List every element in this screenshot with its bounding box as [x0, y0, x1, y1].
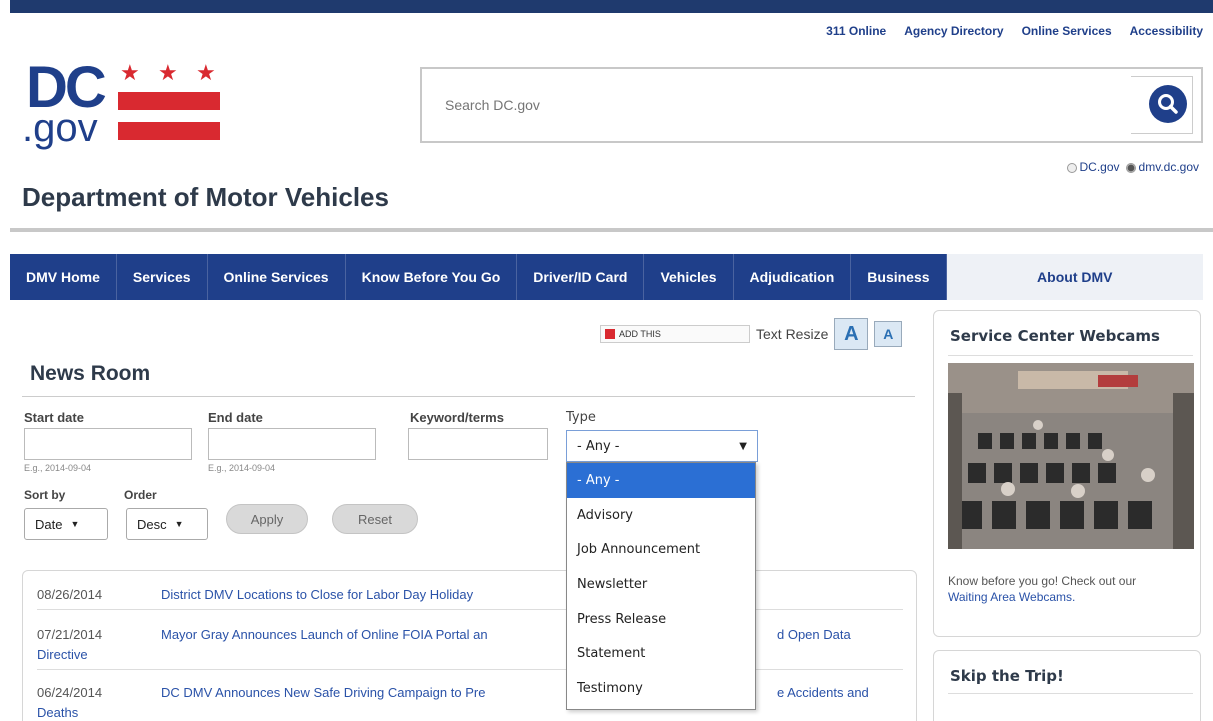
nav-online-services[interactable]: Online Services	[208, 254, 346, 300]
link-311-online[interactable]: 311 Online	[826, 24, 886, 38]
search-bar	[420, 67, 1203, 143]
nav-vehicles[interactable]: Vehicles	[644, 254, 734, 300]
news-link-cont[interactable]: Directive	[37, 647, 88, 662]
logo-gov-text: .gov	[22, 106, 98, 150]
nav-services[interactable]: Services	[117, 254, 208, 300]
news-date: 06/24/2014	[37, 685, 103, 700]
panel-divider	[948, 355, 1193, 356]
link-agency-directory[interactable]: Agency Directory	[904, 24, 1003, 38]
skip-trip-panel: Skip the Trip!	[933, 650, 1201, 721]
webcams-title: Service Center Webcams	[950, 327, 1160, 345]
scope-dcgov[interactable]: DC.gov	[1066, 160, 1120, 174]
department-title: Department of Motor Vehicles	[22, 182, 389, 212]
webcams-link[interactable]: Waiting Area Webcams.	[948, 590, 1075, 604]
nav-know-before-you-go[interactable]: Know Before You Go	[346, 254, 518, 300]
end-date-hint: E.g., 2014-09-04	[208, 463, 276, 473]
search-scope: DC.gov dmv.dc.gov	[1066, 160, 1199, 174]
main-nav: DMV Home Services Online Services Know B…	[10, 254, 1203, 300]
webcams-text: Know before you go! Check out our Waitin…	[948, 574, 1137, 604]
radio-icon	[1125, 162, 1136, 173]
dc-gov-logo[interactable]: DC .gov ★ ★ ★	[22, 55, 222, 150]
radio-icon	[1066, 162, 1077, 173]
type-option-advisory[interactable]: Advisory	[567, 498, 755, 533]
nav-adjudication[interactable]: Adjudication	[734, 254, 852, 300]
header-divider	[10, 228, 1213, 232]
utility-links: 311 Online Agency Directory Online Servi…	[826, 24, 1203, 38]
order-label: Order	[124, 488, 157, 502]
sort-by-select[interactable]: Date ▼	[24, 508, 108, 540]
text-large-button[interactable]: A	[834, 318, 869, 350]
apply-button[interactable]: Apply	[226, 504, 308, 534]
newsroom-title: News Room	[30, 362, 151, 385]
news-link[interactable]: DC DMV Announces New Safe Driving Campai…	[161, 685, 485, 700]
row-divider	[37, 609, 903, 610]
news-date: 07/21/2014	[37, 627, 103, 642]
link-online-services[interactable]: Online Services	[1022, 24, 1112, 38]
addthis-button[interactable]: ADD THIS	[600, 325, 750, 343]
nav-about-dmv[interactable]: About DMV	[946, 254, 1203, 300]
news-link-tail[interactable]: e Accidents and	[777, 685, 869, 700]
nav-business[interactable]: Business	[851, 254, 947, 300]
chevron-down-icon: ▼	[174, 519, 184, 529]
share-toolbar: ADD THIS Text Resize A A	[600, 318, 903, 350]
keyword-label: Keyword/terms	[410, 410, 504, 425]
skip-trip-title: Skip the Trip!	[950, 667, 1064, 685]
star-icon: ★	[158, 60, 178, 85]
row-divider	[37, 669, 903, 670]
start-date-input[interactable]	[24, 428, 192, 460]
start-date-label: Start date	[24, 410, 84, 425]
nav-dmv-home[interactable]: DMV Home	[10, 254, 117, 300]
search-input[interactable]	[431, 76, 1131, 134]
news-link-cont[interactable]: Deaths	[37, 705, 78, 720]
type-select[interactable]: - Any - ▼	[566, 430, 758, 462]
start-date-hint: E.g., 2014-09-04	[24, 463, 92, 473]
news-list: 08/26/2014 District DMV Locations to Clo…	[22, 570, 917, 721]
nav-driver-id-card[interactable]: Driver/ID Card	[517, 254, 645, 300]
addthis-icon	[605, 329, 615, 339]
type-dropdown-menu: - Any - Advisory Job Announcement Newsle…	[566, 462, 756, 710]
type-option-statement[interactable]: Statement	[567, 636, 755, 671]
end-date-label: End date	[208, 410, 263, 425]
type-option-any[interactable]: - Any -	[567, 463, 755, 498]
type-option-testimony[interactable]: Testimony	[567, 671, 755, 706]
star-icon: ★	[120, 60, 140, 85]
top-color-bar	[10, 0, 1213, 13]
search-icon	[1158, 94, 1178, 114]
text-resize-label: Text Resize	[756, 326, 829, 342]
scope-dmv[interactable]: dmv.dc.gov	[1125, 160, 1199, 174]
sort-by-label: Sort by	[24, 488, 66, 502]
type-label: Type	[566, 410, 596, 425]
flag-bar	[118, 92, 220, 110]
news-link[interactable]: Mayor Gray Announces Launch of Online FO…	[161, 627, 488, 642]
reset-button[interactable]: Reset	[332, 504, 418, 534]
type-option-newsletter[interactable]: Newsletter	[567, 567, 755, 602]
news-link[interactable]: District DMV Locations to Close for Labo…	[161, 587, 473, 602]
order-select[interactable]: Desc ▼	[126, 508, 208, 540]
panel-divider	[948, 693, 1193, 694]
chevron-down-icon: ▼	[70, 519, 80, 529]
end-date-input[interactable]	[208, 428, 376, 460]
text-small-button[interactable]: A	[874, 321, 903, 347]
star-icon: ★	[196, 60, 216, 85]
webcams-panel: Service Center Webcams Know before you g…	[933, 310, 1201, 637]
link-accessibility[interactable]: Accessibility	[1130, 24, 1203, 38]
webcam-image[interactable]	[948, 363, 1194, 549]
webcam-photo	[948, 363, 1194, 549]
search-button[interactable]	[1149, 85, 1187, 123]
news-link-tail[interactable]: d Open Data	[777, 627, 851, 642]
type-option-press-release[interactable]: Press Release	[567, 602, 755, 637]
newsroom-divider	[22, 396, 915, 397]
keyword-input[interactable]	[408, 428, 548, 460]
flag-bar	[118, 122, 220, 140]
news-date: 08/26/2014	[37, 587, 103, 602]
type-option-job-announcement[interactable]: Job Announcement	[567, 532, 755, 567]
chevron-down-icon: ▼	[739, 440, 747, 452]
